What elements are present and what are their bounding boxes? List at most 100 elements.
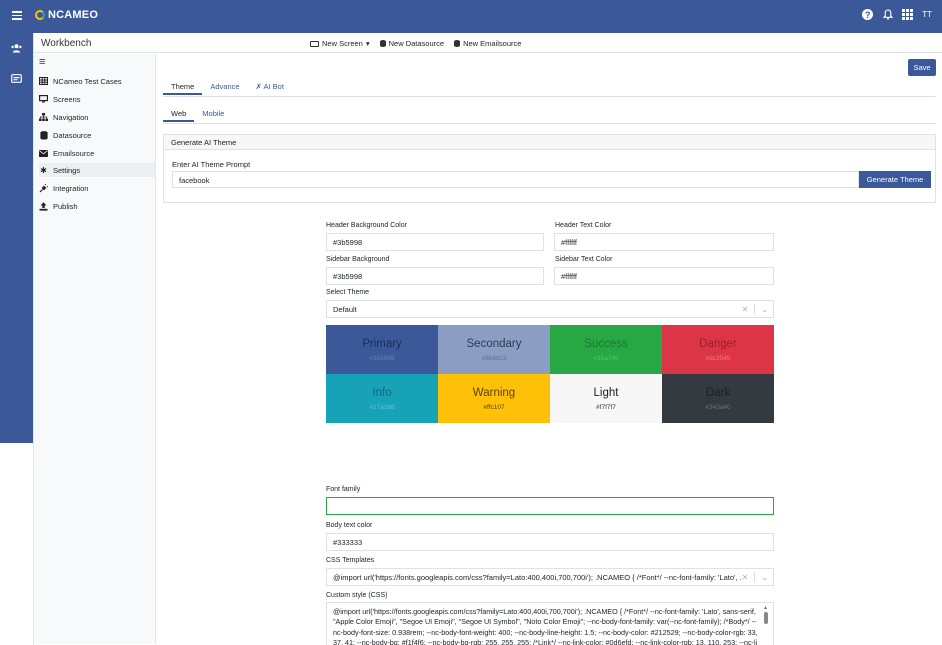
scroll-up-icon[interactable]: ▲	[762, 605, 769, 611]
swatch-primary[interactable]: Primary #3b5998	[326, 325, 438, 374]
bell-icon[interactable]	[882, 9, 893, 20]
sidebar-text-input[interactable]: #ffffff	[554, 267, 774, 285]
chevron-down-icon[interactable]: ⌄	[761, 305, 768, 314]
generate-theme-button[interactable]: Generate Theme	[859, 171, 931, 188]
new-emailsource-button[interactable]: New Emailsource	[454, 39, 521, 48]
sidebar-item-publish[interactable]: Publish	[39, 199, 155, 213]
theme-palette: Primary #3b5998 Secondary #8b9dc3 Success #…	[326, 325, 774, 423]
swatch-info[interactable]: Info #17a2b8	[326, 374, 438, 423]
new-emailsource-label: New Emailsource	[463, 39, 522, 48]
header-text-input[interactable]: #ffffff	[554, 233, 774, 251]
swatch-name: Light	[593, 386, 619, 399]
sidebar-bg-input[interactable]: #3b5998	[326, 267, 544, 285]
user-avatar[interactable]: TT	[922, 10, 932, 19]
new-screen-button[interactable]: New Screen ▾	[310, 39, 370, 48]
sidebar-item-integration[interactable]: Integration	[39, 181, 155, 195]
custom-style-textarea[interactable]: @import url('https://fonts.googleapis.co…	[326, 602, 774, 645]
swatch-hex: #343a40	[705, 403, 731, 411]
tab-advance[interactable]: Advance	[202, 79, 247, 95]
sidebar-toggle-icon[interactable]: ≡	[39, 56, 45, 68]
swatch-name: Warning	[472, 386, 516, 399]
body-text-color-label: Body text color	[326, 522, 373, 529]
swatch-hex: #17a2b8	[369, 403, 395, 411]
sidebar-item-label: NCameo Test Cases	[53, 76, 122, 86]
sidebar-text-label: Sidebar Text Color	[555, 256, 613, 263]
sidebar-item-screens[interactable]: Screens	[39, 92, 155, 106]
swatch-warning[interactable]: Warning #ffc107	[438, 374, 550, 423]
magic-wand-icon: ✗	[255, 82, 262, 91]
sidebar-item-navigation[interactable]: Navigation	[39, 110, 155, 124]
swatch-name: Success	[584, 337, 628, 350]
plug-icon	[39, 183, 48, 193]
new-datasource-button[interactable]: New Datasource	[379, 39, 445, 48]
ai-theme-card: Generate AI Theme Enter AI Theme Prompt …	[163, 134, 936, 203]
monitor-icon	[39, 95, 48, 104]
swatch-hex: #dc3545	[705, 354, 731, 362]
upload-icon	[39, 201, 48, 211]
tabs-divider	[163, 96, 936, 97]
swatch-secondary[interactable]: Secondary #8b9dc3	[438, 325, 550, 374]
workbench-bar: Workbench New Screen ▾ New Datasource Ne…	[34, 33, 942, 53]
top-icons: ? TT	[862, 9, 932, 20]
swatch-light[interactable]: Light #f7f7f7	[550, 374, 662, 423]
css-templates-value: @import url('https://fonts.googleapis.co…	[333, 573, 746, 582]
app-logo[interactable]: NCAMEO	[35, 9, 98, 21]
sidebar-item-datasource[interactable]: Datasource	[39, 128, 155, 142]
monitor-icon	[310, 40, 319, 47]
sidebar-item-label: Navigation	[53, 112, 89, 122]
save-button[interactable]: Save	[908, 59, 936, 76]
tab-theme[interactable]: Theme	[163, 79, 203, 95]
clear-icon[interactable]: ✕	[742, 305, 749, 314]
card-icon[interactable]	[11, 74, 22, 84]
tab-ai-bot-label: AI Bot	[263, 82, 284, 91]
clear-icon[interactable]: ✕	[742, 573, 749, 582]
body-text-color-input[interactable]: #333333	[326, 533, 774, 551]
header-text-label: Header Text Color	[555, 222, 612, 229]
header-bg-label: Header Background Color	[326, 222, 407, 229]
database-icon	[454, 40, 461, 47]
chevron-down-icon[interactable]: ⌄	[761, 573, 768, 582]
custom-style-label: Custom style (CSS)	[326, 592, 388, 599]
select-theme-dropdown[interactable]: Default ✕ ⌄	[326, 300, 774, 318]
subtabs-divider	[163, 123, 936, 124]
top-bar: NCAMEO ? TT	[0, 0, 942, 33]
select-theme-value: Default	[333, 305, 357, 314]
swatch-success[interactable]: Success #28a745	[550, 325, 662, 374]
swatch-name: Info	[372, 386, 392, 399]
apps-grid-icon[interactable]	[902, 9, 914, 20]
new-datasource-label: New Datasource	[388, 39, 445, 48]
header-bg-input[interactable]: #3b5998	[326, 233, 544, 251]
swatch-hex: #8b9dc3	[481, 354, 507, 362]
font-family-input[interactable]	[326, 497, 774, 515]
tab-web[interactable]: Web	[163, 106, 195, 122]
ai-theme-prompt-input[interactable]: facebook	[172, 171, 859, 188]
tab-ai-bot[interactable]: ✗ AI Bot	[248, 79, 292, 95]
swatch-name: Danger	[699, 337, 737, 350]
users-icon[interactable]	[11, 44, 22, 54]
swatch-danger[interactable]: Danger #dc3545	[662, 325, 774, 374]
sidebar-item-label: Settings	[53, 165, 81, 175]
swatch-name: Secondary	[466, 337, 522, 350]
tab-mobile[interactable]: Mobile	[194, 106, 232, 122]
help-icon[interactable]: ?	[862, 9, 874, 20]
swatch-hex: #ffc107	[483, 403, 505, 411]
sidebar-item-settings[interactable]: ✱ Settings	[39, 163, 155, 177]
css-templates-dropdown[interactable]: @import url('https://fonts.googleapis.co…	[326, 568, 774, 586]
sidebar-item-test-cases[interactable]: NCameo Test Cases	[39, 74, 155, 88]
sidebar-item-label: Datasource	[53, 130, 92, 140]
css-templates-label: CSS Templates	[326, 557, 375, 564]
swatch-dark[interactable]: Dark #343a40	[662, 374, 774, 423]
main-content: Save Theme Advance ✗ AI Bot Web Mobile G…	[157, 54, 942, 645]
textarea-scrollbar[interactable]: ▲ ▼	[762, 605, 769, 645]
platform-tabs: Web Mobile	[163, 106, 232, 122]
swatch-hex: #3b5998	[369, 354, 395, 362]
scroll-thumb[interactable]	[763, 612, 768, 624]
swatch-name: Dark	[705, 386, 731, 399]
menu-icon[interactable]	[12, 11, 22, 20]
sitemap-icon	[39, 113, 48, 122]
database-icon	[39, 130, 48, 140]
sidebar-item-emailsource[interactable]: Emailsource	[39, 146, 155, 160]
swatch-hex: #28a745	[593, 354, 619, 362]
workbench-title: Workbench	[41, 38, 92, 49]
gear-icon: ✱	[40, 165, 47, 175]
